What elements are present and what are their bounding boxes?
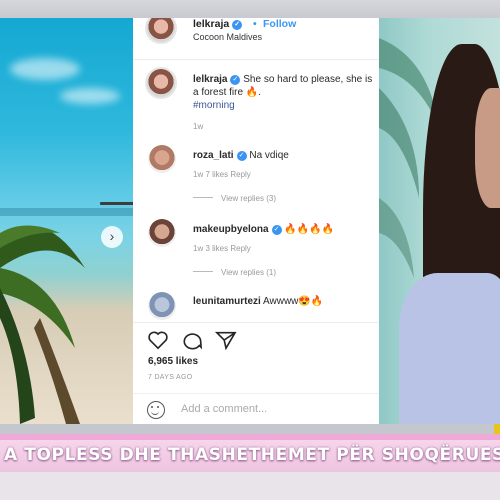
post-date: 7 DAYS AGO [148, 374, 193, 381]
send-icon[interactable] [215, 330, 237, 350]
likes-count[interactable]: 6,965 likes [148, 356, 198, 367]
ticker-text: A TOPLESS DHE THASHETHEMET PËR SHOQËRUES… [4, 445, 500, 465]
presenter-jacket [399, 273, 500, 424]
post-photo: › [0, 18, 133, 424]
view-replies-link[interactable]: View replies (3) [193, 194, 276, 203]
comment-avatar[interactable] [148, 292, 176, 320]
caption-text-block: lelkraja ✓ She so hard to please, she is … [193, 73, 377, 112]
comment-username[interactable]: makeupbyelona [193, 224, 269, 235]
caption-username[interactable]: lelkraja [193, 74, 227, 85]
heart-icon[interactable] [147, 330, 169, 350]
avatar[interactable] [145, 18, 177, 44]
ticker-bottom-band [0, 472, 500, 500]
comment-username[interactable]: roza_lati [193, 150, 234, 161]
comment-avatar[interactable] [148, 219, 176, 247]
header-divider [133, 59, 379, 60]
presenter-face [475, 88, 500, 208]
comment-icon[interactable] [181, 330, 203, 350]
comment-3: leunitamurtezi Awwww😍🔥 [193, 295, 323, 308]
view-replies-link[interactable]: View replies (1) [193, 268, 276, 277]
comment-1: roza_lati ✓ Na vdiqe [193, 149, 289, 162]
comment-avatar[interactable] [148, 145, 176, 173]
separator-dot: • [253, 18, 257, 30]
verified-icon: ✓ [230, 75, 241, 85]
add-comment-input[interactable]: Add a comment... [181, 403, 267, 415]
comment-2: makeupbyelona ✓ 🔥🔥🔥🔥 [193, 223, 334, 236]
caption-avatar[interactable] [145, 67, 177, 99]
comment-username[interactable]: leunitamurtezi [193, 296, 261, 307]
ticker-top-band [0, 424, 500, 434]
smiley-icon[interactable] [147, 401, 165, 419]
caption-hashtag[interactable]: #morning [193, 100, 235, 111]
verified-icon: ✓ [236, 151, 247, 161]
comment-text: 🔥🔥🔥🔥 [284, 224, 335, 235]
verified-icon: ✓ [232, 20, 243, 30]
comment-text: Awwww😍🔥 [263, 296, 324, 307]
instagram-post-panel: lelkraja ✓ • Follow Cocoon Maldives lelkr… [133, 18, 379, 424]
view-replies-text[interactable]: View replies (1) [221, 268, 276, 277]
post-username-text[interactable]: lelkraja [193, 18, 229, 30]
palm-tree [0, 225, 85, 424]
post-location[interactable]: Cocoon Maldives [193, 32, 262, 42]
presenter-video [379, 18, 500, 424]
caption-time: 1w [193, 122, 204, 131]
post-username[interactable]: lelkraja ✓ [193, 18, 243, 30]
comment-meta[interactable]: 1w 7 likes Reply [193, 170, 251, 179]
view-replies-text[interactable]: View replies (3) [221, 194, 276, 203]
ticker-accent [494, 424, 500, 434]
tv-frame-top [0, 0, 500, 18]
follow-button[interactable]: Follow [263, 18, 296, 30]
news-ticker: A TOPLESS DHE THASHETHEMET PËR SHOQËRUES… [0, 434, 500, 472]
add-comment-bar: Add a comment... [133, 393, 379, 424]
verified-icon: ✓ [271, 225, 282, 235]
chevron-right-icon[interactable]: › [101, 226, 123, 248]
comment-text: Na vdiqe [249, 150, 289, 161]
ticker-stripe [0, 434, 500, 440]
comment-meta[interactable]: 1w 3 likes Reply [193, 244, 251, 253]
actions-divider [133, 322, 379, 323]
